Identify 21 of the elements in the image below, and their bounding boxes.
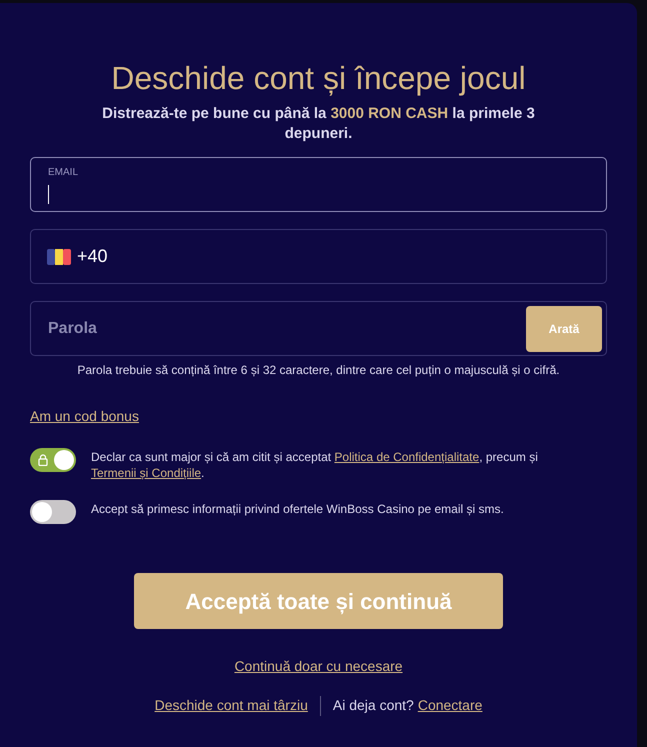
toggle-switch[interactable] — [30, 500, 76, 524]
lock-icon — [38, 454, 48, 466]
password-hint: Parola trebuie să conțină între 6 și 32 caractere, dintre care cel puțin o majusculă și o cifră. — [76, 362, 561, 379]
email-field[interactable]: EMAIL — [30, 157, 607, 212]
romania-flag-icon — [47, 248, 71, 264]
dialog-subtitle: Distrează-te pe bune cu până la 3000 RON CASH la primele 3 depuneri. — [101, 104, 536, 144]
email-label: EMAIL — [48, 166, 78, 180]
text-cursor — [48, 185, 49, 204]
bonus-code-link[interactable]: Am un cod bonus — [30, 406, 139, 427]
phone-prefix: +40 — [77, 245, 108, 268]
toggle-switch[interactable] — [30, 448, 76, 472]
consent-text: Accept să primesc informații privind ofertele WinBoss Casino pe email și sms. — [91, 501, 504, 517]
phone-field[interactable]: +40 — [30, 229, 607, 284]
login-link[interactable]: Conectare — [418, 695, 482, 716]
policy-link[interactable]: Termenii și Condițiile — [91, 466, 202, 480]
policy-link[interactable]: Politica de Confidențialitate — [334, 450, 480, 464]
existing-account-text: Ai deja cont? — [332, 696, 414, 715]
necessary-only-link[interactable]: Continuă doar cu necesare — [234, 656, 403, 677]
dialog-title: Deschide cont și începe jocul — [110, 59, 527, 98]
register-later-link[interactable]: Deschide cont mai târziu — [154, 695, 308, 716]
consent-text: Declar ca sunt major și că am citit și acceptat Politica de Confidențialitate, precum și Termenii și Condițiile. — [91, 449, 539, 481]
